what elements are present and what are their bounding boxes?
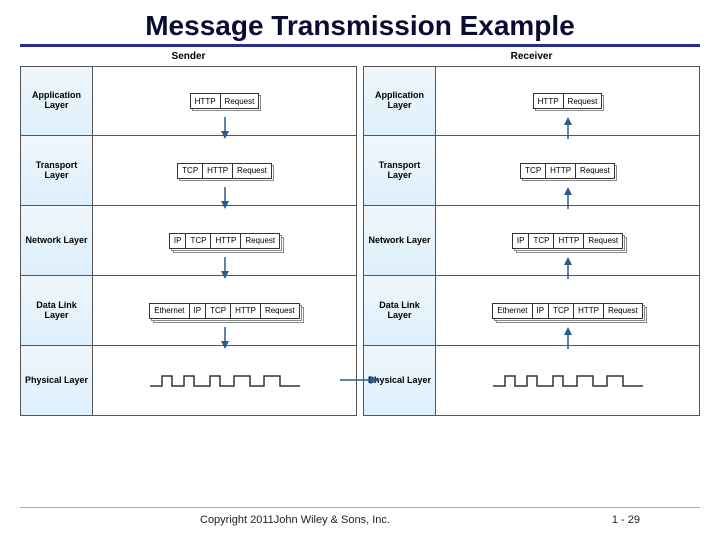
packet: Ethernet IP TCP HTTP Request (149, 303, 300, 319)
receiver-physical-row: Physical Layer (363, 346, 700, 416)
packet-segment: TCP (521, 164, 546, 178)
layer-label: Network Layer (364, 206, 436, 275)
packet: TCP HTTP Request (520, 163, 615, 179)
packet: HTTP Request (190, 93, 260, 109)
packet-segment: TCP (186, 234, 211, 248)
layer-label: Application Layer (21, 67, 93, 135)
packet-stack: TCP HTTP Request (177, 163, 272, 179)
diagram: Sender Application Layer HTTP Request (20, 49, 700, 416)
packet-segment: IP (170, 234, 187, 248)
packet-stack: HTTP Request (533, 93, 603, 109)
sender-transport-row: Transport Layer TCP HTTP Request (20, 136, 357, 206)
packet-segment: Request (233, 164, 271, 178)
footer: Copyright 2011John Wiley & Sons, Inc. 1 … (20, 507, 700, 526)
layer-label: Physical Layer (21, 346, 93, 415)
receiver-application-row: Application Layer HTTP Request (363, 66, 700, 136)
packet-stack: Ethernet IP TCP HTTP Request (492, 303, 643, 319)
packet-segment: Ethernet (150, 304, 189, 318)
copyright-text: Copyright 2011John Wiley & Sons, Inc. (200, 514, 390, 526)
packet-segment: HTTP (211, 234, 241, 248)
packet-segment: TCP (549, 304, 574, 318)
packet: IP TCP HTTP Request (512, 233, 623, 249)
layer-label: Application Layer (364, 67, 436, 135)
receiver-column: Receiver Application Layer HTTP Request (363, 49, 700, 416)
packet-segment: Ethernet (493, 304, 532, 318)
receiver-datalink-row: Data Link Layer Ethernet IP TCP HTTP Req… (363, 276, 700, 346)
packet-stack: Ethernet IP TCP HTTP Request (149, 303, 300, 319)
packet-segment: Request (261, 304, 299, 318)
receiver-transport-row: Transport Layer TCP HTTP Request (363, 136, 700, 206)
arrow-right-icon (340, 372, 380, 390)
packet-segment: TCP (206, 304, 231, 318)
sender-physical-row: Physical Layer (20, 346, 357, 416)
packet-segment: Request (241, 234, 279, 248)
packet-segment: HTTP (554, 234, 584, 248)
layer-label: Transport Layer (364, 136, 436, 205)
packet-segment: IP (533, 304, 550, 318)
packet-stack: TCP HTTP Request (520, 163, 615, 179)
layer-label: Data Link Layer (21, 276, 93, 345)
packet: HTTP Request (533, 93, 603, 109)
packet-segment: HTTP (546, 164, 576, 178)
packet-segment: Request (576, 164, 614, 178)
packet-stack: HTTP Request (190, 93, 260, 109)
signal-icon (493, 371, 643, 391)
packet-segment: TCP (178, 164, 203, 178)
sender-header: Sender (20, 49, 357, 66)
slide-title: Message Transmission Example (20, 10, 700, 47)
packet-segment: HTTP (191, 94, 221, 108)
packet-segment: IP (190, 304, 207, 318)
page-number: 1 - 29 (612, 514, 640, 526)
packet-segment: Request (604, 304, 642, 318)
sender-datalink-row: Data Link Layer Ethernet IP TCP HTTP Req… (20, 276, 357, 346)
packet: TCP HTTP Request (177, 163, 272, 179)
receiver-network-row: Network Layer IP TCP HTTP Request (363, 206, 700, 276)
packet-segment: HTTP (574, 304, 604, 318)
sender-application-row: Application Layer HTTP Request (20, 66, 357, 136)
packet-segment: HTTP (534, 94, 564, 108)
packet-segment: IP (513, 234, 530, 248)
packet: Ethernet IP TCP HTTP Request (492, 303, 643, 319)
sender-column: Sender Application Layer HTTP Request (20, 49, 357, 416)
layer-label: Network Layer (21, 206, 93, 275)
signal-icon (150, 371, 300, 391)
receiver-header: Receiver (363, 49, 700, 66)
layer-label: Transport Layer (21, 136, 93, 205)
sender-network-row: Network Layer IP TCP HTTP Request (20, 206, 357, 276)
packet-segment: HTTP (203, 164, 233, 178)
packet: IP TCP HTTP Request (169, 233, 280, 249)
layer-label: Data Link Layer (364, 276, 436, 345)
packet-segment: Request (564, 94, 602, 108)
packet-stack: IP TCP HTTP Request (512, 233, 623, 249)
packet-segment: TCP (529, 234, 554, 248)
packet-segment: Request (221, 94, 259, 108)
packet-stack: IP TCP HTTP Request (169, 233, 280, 249)
packet-segment: HTTP (231, 304, 261, 318)
packet-segment: Request (584, 234, 622, 248)
